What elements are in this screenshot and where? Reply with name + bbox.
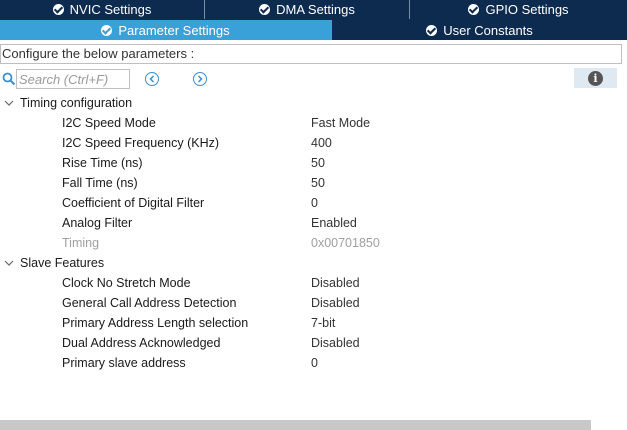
check-circle-icon [259,4,271,15]
param-value[interactable]: 50 [311,173,325,193]
tab-label: DMA Settings [276,2,355,17]
tab-label: NVIC Settings [69,2,152,17]
param-row-address-length[interactable]: Primary Address Length selection 7-bit [0,313,627,333]
param-label: I2C Speed Mode [62,116,156,130]
tab-label: Parameter Settings [118,22,230,38]
previous-match-button[interactable] [145,72,159,86]
param-row-dual-address[interactable]: Dual Address Acknowledged Disabled [0,333,627,353]
chevron-right-icon [197,75,203,83]
tab-user-constants[interactable]: User Constants [332,20,627,40]
tab-gpio-settings[interactable]: GPIO Settings [410,0,627,19]
search-icon [2,72,16,86]
param-value[interactable]: 400 [311,133,332,153]
group-timing-configuration[interactable]: Timing configuration [0,93,627,113]
search-input[interactable] [16,69,130,89]
param-label: Timing [62,236,100,250]
tab-label: User Constants [443,22,533,38]
param-label: Rise Time (ns) [62,156,143,170]
tab-nvic-settings[interactable]: NVIC Settings [0,0,205,19]
check-circle-icon [468,4,480,15]
param-label: Primary Address Length selection [62,316,249,330]
param-value: 0x00701850 [311,236,380,250]
param-value[interactable]: Enabled [311,213,357,233]
param-label: Dual Address Acknowledged [62,336,221,350]
tab-dma-settings[interactable]: DMA Settings [205,0,410,19]
info-icon: i [588,70,603,86]
tab-parameter-settings[interactable]: Parameter Settings [0,20,332,40]
param-value[interactable]: 0 [311,353,318,373]
tab-label: GPIO Settings [485,2,569,17]
parameter-tree: Timing configuration I2C Speed Mode Fast… [0,93,627,373]
param-row-primary-slave-address[interactable]: Primary slave address 0 [0,353,627,373]
param-value[interactable]: Disabled [311,293,360,313]
param-value[interactable]: 0 [311,193,318,213]
check-circle-icon [101,24,113,36]
param-row-timing: Timing 0x00701850 [0,233,627,253]
param-label: Primary slave address [62,356,186,370]
param-label: Fall Time (ns) [62,176,138,190]
param-row-i2c-speed-frequency[interactable]: I2C Speed Frequency (KHz) 400 [0,133,627,153]
group-slave-features[interactable]: Slave Features [0,253,627,273]
group-label: Timing configuration [20,96,133,110]
chevron-left-icon [149,75,155,83]
info-button[interactable]: i [574,68,617,88]
param-row-fall-time[interactable]: Fall Time (ns) 50 [0,173,627,193]
group-label: Slave Features [20,256,105,270]
param-row-digital-filter[interactable]: Coefficient of Digital Filter 0 [0,193,627,213]
param-row-rise-time[interactable]: Rise Time (ns) 50 [0,153,627,173]
param-value[interactable]: Fast Mode [311,113,370,133]
param-value[interactable]: 7-bit [311,313,335,333]
param-row-clock-no-stretch[interactable]: Clock No Stretch Mode Disabled [0,273,627,293]
tab-bar-second: Parameter Settings User Constants [0,20,627,40]
check-circle-icon [52,4,64,15]
search-toolbar: i [0,68,627,90]
horizontal-scrollbar[interactable] [0,420,591,430]
param-row-i2c-speed-mode[interactable]: I2C Speed Mode Fast Mode [0,113,627,133]
param-label: Analog Filter [62,216,133,230]
param-row-analog-filter[interactable]: Analog Filter Enabled [0,213,627,233]
param-value[interactable]: Disabled [311,273,360,293]
param-label: Clock No Stretch Mode [62,276,191,290]
next-match-button[interactable] [193,72,207,86]
param-value[interactable]: Disabled [311,333,360,353]
chevron-down-icon [4,260,14,266]
tab-bar-top: NVIC Settings DMA Settings GPIO Settings [0,0,627,20]
configure-header: Configure the below parameters : [0,44,622,64]
param-label: I2C Speed Frequency (KHz) [62,136,220,150]
param-row-general-call[interactable]: General Call Address Detection Disabled [0,293,627,313]
param-label: Coefficient of Digital Filter [62,196,205,210]
check-circle-icon [426,24,438,36]
chevron-down-icon [4,100,14,106]
param-value[interactable]: 50 [311,153,325,173]
param-label: General Call Address Detection [62,296,237,310]
